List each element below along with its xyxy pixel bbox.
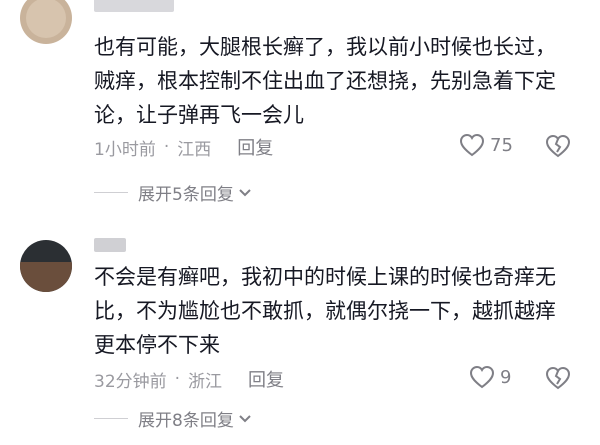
like-count: 75 [490,134,513,156]
dislike-button[interactable] [544,133,572,163]
comment-meta: 32分钟前 · 浙江 回复 [94,366,284,392]
comment-text: 也有可能，大腿根长癣了，我以前小时候也长过，贼痒，根本控制不住出血了还想挠，先别… [94,35,556,127]
expand-label: 展开8条回复 [138,411,234,431]
heart-outline-icon [469,365,495,389]
meta-separator: · [174,369,181,389]
comment-location: 江西 [177,139,212,160]
like-button[interactable]: 75 [458,132,513,158]
expand-replies-button[interactable]: 展开5条回复 [94,180,252,205]
expand-label: 展开5条回复 [138,185,234,205]
reply-button[interactable]: 回复 [248,366,284,392]
expand-divider [94,418,128,419]
avatar[interactable] [20,240,72,292]
chevron-down-icon [239,414,251,422]
comment-text: 不会是有癣吧，我初中的时候上课的时候也奇痒无比，不为尴尬也不敢抓，就偶尔挠一下，… [94,265,556,357]
dislike-button[interactable] [544,365,572,395]
username[interactable] [94,0,174,12]
comment-location: 浙江 [188,371,223,392]
comment-meta: 1小时前 · 江西 回复 [94,134,273,160]
expand-replies-button[interactable]: 展开8条回复 [94,406,252,431]
avatar[interactable] [20,0,72,44]
like-button[interactable]: 9 [468,364,511,390]
username[interactable] [94,238,126,252]
comment-time: 32分钟前 [94,371,167,392]
like-count: 9 [500,366,512,388]
comment-item: 也有可能，大腿根长癣了，我以前小时候也长过，贼痒，根本控制不住出血了还想挠，先别… [0,0,600,208]
broken-heart-outline-icon [545,366,571,390]
meta-separator: · [163,137,170,157]
reply-button[interactable]: 回复 [237,134,273,160]
heart-outline-icon [459,133,485,157]
comment-time: 1小时前 [94,139,156,160]
chevron-down-icon [239,188,251,196]
comment-item: 不会是有癣吧，我初中的时候上课的时候也奇痒无比，不为尴尬也不敢抓，就偶尔挠一下，… [0,224,600,445]
expand-divider [94,192,128,193]
broken-heart-outline-icon [545,134,571,158]
